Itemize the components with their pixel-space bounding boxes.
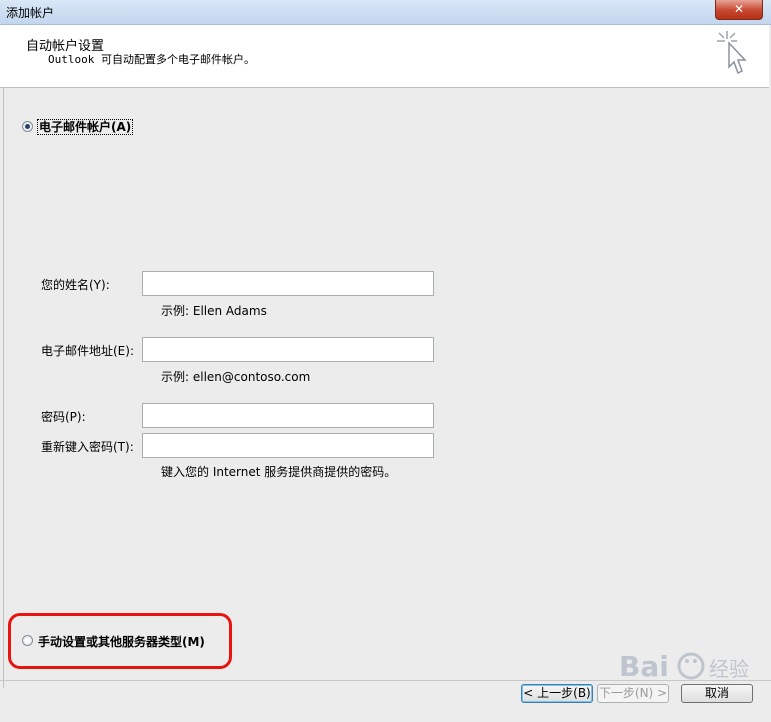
wizard-header: 自动帐户设置 Outlook 可自动配置多个电子邮件帐户。 (0, 25, 769, 88)
cursor-sparkle-icon (717, 31, 747, 75)
email-hint: 示例: ellen@contoso.com (161, 370, 311, 384)
baidu-logo-icon: Bai 经验 (619, 650, 749, 683)
retype-password-input[interactable] (142, 433, 434, 458)
retype-password-label: 重新键入密码(T): (41, 440, 134, 454)
baidu-watermark: Bai 经验 (617, 640, 757, 703)
password-label: 密码(P): (41, 410, 86, 424)
name-hint: 示例: Ellen Adams (161, 304, 267, 318)
name-input[interactable] (142, 271, 434, 296)
email-label: 电子邮件地址(E): (41, 344, 134, 358)
email-account-label: 电子邮件帐户(A) (37, 119, 134, 135)
password-input[interactable] (142, 403, 434, 428)
highlight-annotation (8, 613, 232, 669)
svg-text:Bai: Bai (619, 650, 669, 683)
name-label: 您的姓名(Y): (41, 278, 110, 292)
email-account-option[interactable]: 电子邮件帐户(A) (37, 118, 134, 135)
back-button[interactable]: < 上一步(B) (521, 684, 593, 703)
window-title: 添加帐户 (6, 6, 55, 20)
svg-text:经验: 经验 (709, 657, 749, 681)
content-border (3, 88, 4, 688)
email-account-radio[interactable] (22, 121, 33, 132)
email-input[interactable] (142, 337, 434, 362)
title-bar: 添加帐户 ✕ (0, 0, 771, 25)
page-subtitle: Outlook 可自动配置多个电子邮件帐户。 (48, 53, 255, 66)
close-button[interactable]: ✕ (715, 0, 763, 20)
password-hint: 键入您的 Internet 服务提供商提供的密码。 (161, 465, 397, 479)
